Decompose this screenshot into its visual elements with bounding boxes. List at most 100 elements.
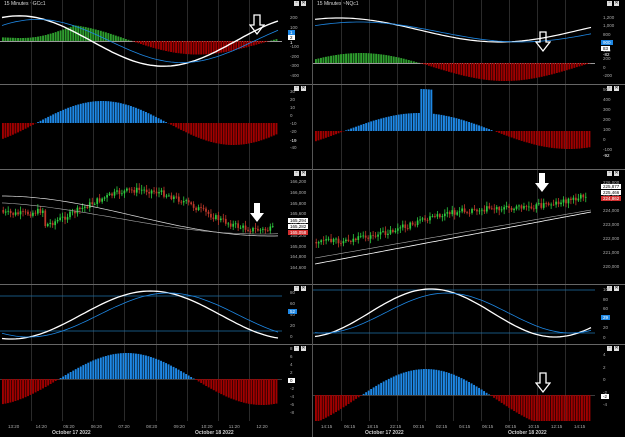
candlestick-chart bbox=[314, 170, 592, 285]
macd-bar bbox=[109, 33, 112, 41]
histogram-pane[interactable]: ▫ ✕ 86420-2-4-6-8 0 bbox=[0, 345, 312, 421]
pane-close-button[interactable]: ✕ bbox=[614, 346, 619, 351]
histogram-bar bbox=[570, 395, 573, 421]
candle-body bbox=[200, 207, 202, 209]
oscillator-bar bbox=[185, 123, 188, 133]
candle-body bbox=[552, 204, 555, 206]
stochastic-pane[interactable]: ▫ ✕ 100806040200 29 bbox=[313, 285, 625, 345]
macd-bar bbox=[357, 53, 360, 63]
axis-tick-label: 164,800 bbox=[290, 254, 307, 260]
candle-body bbox=[170, 195, 173, 200]
oscillator-bar bbox=[104, 101, 107, 123]
candle-body bbox=[22, 211, 24, 213]
macd-bar bbox=[180, 41, 182, 54]
pane-restore-button[interactable]: ▫ bbox=[294, 346, 299, 351]
pane-restore-button[interactable]: ▫ bbox=[607, 346, 612, 351]
pane-close-button[interactable]: ✕ bbox=[614, 171, 619, 176]
macd-bar bbox=[465, 63, 468, 77]
macd-bar bbox=[508, 63, 511, 81]
pane-close-button[interactable]: ✕ bbox=[301, 171, 306, 176]
pane-close-button[interactable]: ✕ bbox=[614, 86, 619, 91]
oscillator-bar bbox=[485, 128, 488, 131]
histogram-bar bbox=[357, 395, 360, 398]
histogram-bar bbox=[227, 379, 230, 398]
pane-restore-button[interactable]: ▫ bbox=[607, 1, 612, 6]
oscillator-bar bbox=[392, 115, 395, 131]
macd-pane[interactable]: ▫ ✕ 1,2001,0008006004002000-200 90083-82 bbox=[313, 0, 625, 85]
candle-body bbox=[443, 213, 446, 217]
oscillator-bar bbox=[325, 131, 327, 138]
pane-close-button[interactable]: ✕ bbox=[614, 1, 619, 6]
candle-body bbox=[135, 187, 138, 193]
oscillator-pane[interactable]: ▫ ✕ 3020100-10-20-30-40 -19 bbox=[0, 85, 312, 170]
oscillator-bar bbox=[200, 123, 203, 139]
axis-tick-label: 100 bbox=[603, 287, 611, 292]
oscillator-bar bbox=[147, 113, 150, 123]
pane-close-button[interactable]: ✕ bbox=[301, 1, 306, 6]
oscillator-bar bbox=[84, 102, 87, 123]
axis-tick-label: 200 bbox=[603, 56, 611, 62]
down-arrow-solid-icon bbox=[535, 173, 549, 192]
histogram-bar bbox=[468, 382, 470, 395]
macd-bar bbox=[59, 30, 62, 41]
histogram-bar bbox=[550, 395, 553, 421]
pane-close-button[interactable]: ✕ bbox=[301, 86, 306, 91]
candle-body bbox=[419, 219, 421, 221]
macd-pane[interactable]: ▫ ✕ 2001000-100-200-300-400 121 bbox=[0, 0, 312, 85]
macd-bar bbox=[275, 39, 278, 41]
oscillator-pane[interactable]: ▫ ✕ 500 400 300 200 100 0 -100 -92 bbox=[313, 85, 625, 170]
stochastic-pane[interactable]: ▫ ✕ 80 60 40 20 0 52 bbox=[0, 285, 312, 345]
time-axis[interactable]: 14:15 06:15 18:15 22:15 00:15 02:15 04:15 06:15… bbox=[313, 423, 625, 437]
oscillator-bar bbox=[322, 131, 325, 139]
time-axis[interactable]: 13:20 14:20 05:20 06:20 07:20 08:20 09:20 10:20… bbox=[0, 423, 312, 437]
macd-bar bbox=[478, 63, 480, 79]
candle-body bbox=[369, 235, 372, 239]
histogram-bar bbox=[573, 395, 576, 421]
macd-bar bbox=[422, 63, 425, 65]
histogram-bar bbox=[362, 393, 365, 395]
pane-close-button[interactable]: ✕ bbox=[301, 346, 306, 351]
histogram-bar bbox=[235, 379, 238, 401]
pane-restore-button[interactable]: ▫ bbox=[294, 1, 299, 6]
histogram-bar bbox=[342, 395, 345, 408]
macd-bar bbox=[124, 39, 127, 41]
oscillator-bar bbox=[553, 131, 556, 149]
macd-bar bbox=[360, 53, 363, 63]
candle-body bbox=[409, 222, 412, 229]
histogram-pane[interactable]: ▫ ✕ 4 2 0 -2 -4 -2 bbox=[313, 345, 625, 421]
histogram-bar bbox=[14, 379, 17, 401]
macd-bar bbox=[390, 56, 393, 63]
histogram-bar bbox=[185, 374, 188, 379]
candle-body bbox=[485, 206, 488, 212]
pane-restore-button[interactable]: ▫ bbox=[294, 171, 299, 176]
candle-body bbox=[359, 235, 362, 237]
chart-window-nasdaq[interactable]: 15 Minutes ~NQc1 ▫ ✕ 1,2001,000800600400… bbox=[313, 0, 625, 437]
histogram-bar bbox=[9, 379, 12, 403]
histogram-bar bbox=[335, 395, 337, 412]
candle-body bbox=[59, 217, 61, 221]
histogram-bar bbox=[145, 355, 147, 379]
histogram-bar bbox=[320, 395, 322, 421]
candle-body bbox=[101, 198, 104, 202]
candle-body bbox=[108, 193, 111, 196]
candle-body bbox=[232, 223, 235, 227]
chart-window-gold[interactable]: 15 Minutes ~GCc1 ▫ ✕ 2001000-100-200-300… bbox=[0, 0, 312, 437]
oscillator-plot bbox=[315, 85, 591, 170]
price-pane[interactable]: ▫ ✕ 226,000225,000224,000223,000222,0002… bbox=[313, 170, 625, 285]
candle-body bbox=[478, 210, 481, 212]
oscillator-bar bbox=[112, 101, 115, 123]
candle-body bbox=[337, 238, 340, 244]
pane-close-button[interactable]: ✕ bbox=[614, 286, 619, 291]
histogram-bar bbox=[127, 353, 130, 379]
histogram-bar bbox=[495, 395, 498, 400]
price-pane[interactable]: ▫ ✕ 166,200166,000165,800165,600165,4001… bbox=[0, 170, 312, 285]
pane-restore-button[interactable]: ▫ bbox=[607, 171, 612, 176]
candle-body bbox=[394, 230, 397, 233]
macd-bar bbox=[332, 55, 335, 63]
candle-body bbox=[128, 188, 131, 190]
macd-bar bbox=[515, 63, 518, 81]
candle-body bbox=[352, 238, 355, 242]
histogram-bar bbox=[540, 395, 543, 421]
axis-tick-label: 80 bbox=[603, 296, 609, 302]
pane-close-button[interactable]: ✕ bbox=[301, 286, 306, 291]
